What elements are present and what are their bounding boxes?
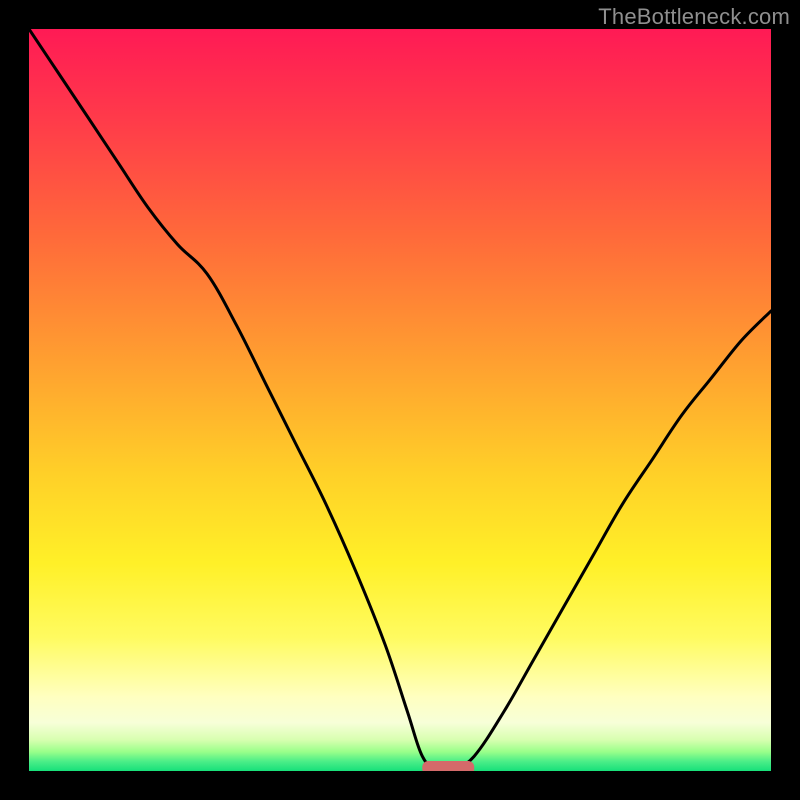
optimal-marker	[422, 761, 474, 771]
bottleneck-curve	[29, 29, 771, 771]
plot-area	[29, 29, 771, 771]
chart-frame: TheBottleneck.com	[0, 0, 800, 800]
watermark-text: TheBottleneck.com	[598, 4, 790, 30]
chart-canvas	[29, 29, 771, 771]
